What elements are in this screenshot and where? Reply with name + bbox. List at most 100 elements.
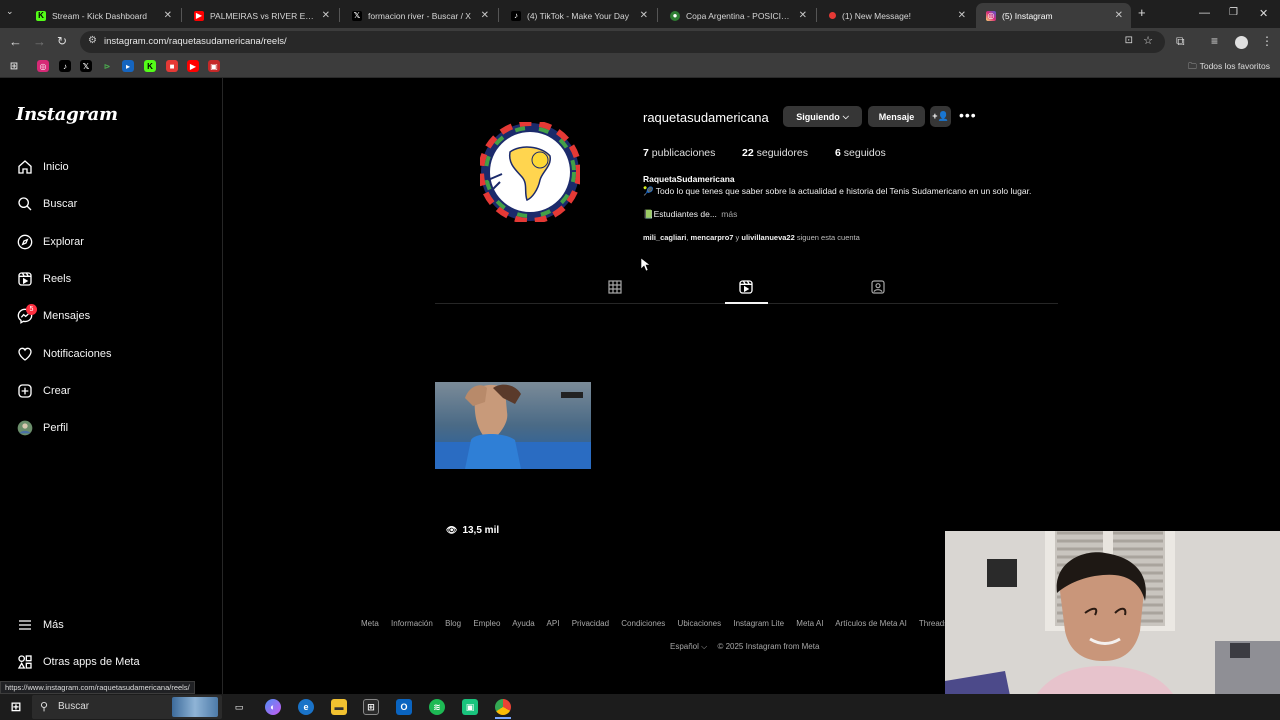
tab-search-icon[interactable]: ⌄	[6, 6, 14, 17]
nav-item-crear[interactable]: Crear	[16, 379, 71, 403]
copilot-icon[interactable]: ◐	[265, 699, 281, 715]
new-tab-button[interactable]: +	[1138, 5, 1146, 20]
bio-more-link[interactable]: más	[721, 209, 737, 219]
footer-links: Meta Información Blog Empleo Ayuda API P…	[361, 619, 979, 628]
nav-item-inicio[interactable]: Inicio	[16, 155, 69, 179]
instagram-logo[interactable]: Instagram	[16, 104, 118, 125]
install-app-icon[interactable]: ⊡	[1125, 35, 1133, 46]
more-options-icon[interactable]: •••	[959, 107, 977, 123]
footer-bottom: Español ⌵ © 2025 Instagram from Meta	[670, 642, 819, 652]
language-selector[interactable]: Español ⌵	[670, 642, 707, 651]
close-tab-icon[interactable]: ✕	[164, 10, 172, 21]
reel-preview-image	[435, 382, 591, 469]
close-tab-icon[interactable]: ✕	[1115, 10, 1123, 21]
footer-link[interactable]: Ayuda	[512, 619, 535, 628]
message-button[interactable]: Mensaje	[868, 106, 925, 127]
close-tab-icon[interactable]: ✕	[640, 10, 648, 21]
tab-reels[interactable]	[738, 279, 754, 295]
close-window-icon[interactable]: ✕	[1259, 7, 1268, 20]
chrome-icon[interactable]	[495, 699, 511, 715]
tiktok-bookmark-icon[interactable]: ♪	[59, 60, 71, 72]
footer-link[interactable]: Privacidad	[572, 619, 609, 628]
app-icon[interactable]: ▣	[462, 699, 478, 715]
close-tab-icon[interactable]: ✕	[481, 10, 489, 21]
nav-item-explorar[interactable]: Explorar	[16, 230, 84, 254]
reel-thumbnail[interactable]	[435, 382, 591, 469]
footer-link[interactable]: Empleo	[473, 619, 500, 628]
footer-link[interactable]: Información	[391, 619, 433, 628]
nav-item-mas[interactable]: Más	[16, 613, 64, 637]
forward-icon[interactable]: →	[33, 34, 46, 49]
nav-item-reels[interactable]: Reels	[16, 267, 71, 291]
followers-count[interactable]: 22 seguidores	[742, 147, 808, 159]
file-explorer-icon[interactable]: ▬	[331, 699, 347, 715]
all-bookmarks-button[interactable]: 🗀 Todos los favoritos	[1188, 61, 1270, 75]
browser-tab-x[interactable]: 𝕏 formacion river - Buscar / X ✕	[342, 3, 497, 28]
browser-tab-tiktok[interactable]: ♪ (4) TikTok - Make Your Day ✕	[501, 3, 656, 28]
close-tab-icon[interactable]: ✕	[799, 10, 807, 21]
bookmark-icon[interactable]: ▸	[122, 60, 134, 72]
x-bookmark-icon[interactable]: 𝕏	[80, 60, 92, 72]
followed-by-line[interactable]: mili_cagliari, mencarpro7 y ulivillanuev…	[643, 233, 860, 242]
following-button[interactable]: Siguiendo ⌵	[783, 106, 862, 127]
extensions-icon[interactable]: ⧉	[1176, 34, 1185, 49]
task-view-icon[interactable]: ▭	[231, 699, 247, 715]
apps-grid-icon[interactable]: ⊞	[8, 60, 20, 72]
bookmark-icon[interactable]: ▣	[208, 60, 220, 72]
followed-by-user: ulivillanueva22	[741, 233, 795, 242]
footer-link[interactable]: Condiciones	[621, 619, 665, 628]
footer-link[interactable]: Instagram Lite	[733, 619, 784, 628]
suggested-users-button[interactable]: +👤	[930, 106, 951, 127]
menu-kebab-icon[interactable]: ⋮	[1261, 34, 1273, 48]
spotify-icon[interactable]: ≋	[429, 699, 445, 715]
browser-tab-youtube[interactable]: ▶ PALMEIRAS vs RIVER EN VIVO ✕	[184, 3, 338, 28]
soccer-icon: ●	[670, 10, 680, 21]
footer-link[interactable]: Artículos de Meta AI	[835, 619, 907, 628]
media-control-icon[interactable]: ≡	[1211, 34, 1218, 48]
browser-tab-instagram[interactable]: ◎ (5) Instagram ✕	[976, 3, 1131, 28]
browser-tab-message[interactable]: (1) New Message! ✕	[819, 3, 974, 28]
nav-item-notificaciones[interactable]: Notificaciones	[16, 342, 111, 366]
microsoft-store-icon[interactable]: ⊞	[363, 699, 379, 715]
footer-link[interactable]: Ubicaciones	[678, 619, 722, 628]
browser-tab-copa[interactable]: ● Copa Argentina - POSICIONES ✕	[660, 3, 815, 28]
instagram-bookmark-icon[interactable]: ◎	[37, 60, 49, 72]
nav-item-perfil[interactable]: Perfil	[16, 416, 68, 440]
tab-divider	[816, 8, 817, 22]
bookmark-icon[interactable]: ■	[166, 60, 178, 72]
nav-item-mensajes[interactable]: 5 Mensajes	[16, 304, 90, 328]
kick-bookmark-icon[interactable]: K	[144, 60, 156, 72]
bookmark-star-icon[interactable]: ☆	[1143, 34, 1153, 47]
close-tab-icon[interactable]: ✕	[322, 10, 330, 21]
reload-icon[interactable]: ↻	[57, 34, 67, 48]
profile-avatar[interactable]	[478, 120, 582, 224]
footer-link[interactable]: Blog	[445, 619, 461, 628]
site-info-icon[interactable]: ⚙	[88, 35, 97, 46]
tab-tagged[interactable]	[870, 279, 886, 295]
profile-icon[interactable]	[1235, 36, 1248, 49]
meta-apps-icon	[16, 653, 34, 671]
restore-icon[interactable]: ❐	[1229, 7, 1238, 18]
minimize-icon[interactable]: —	[1199, 7, 1210, 19]
close-tab-icon[interactable]: ✕	[958, 10, 966, 21]
nav-item-buscar[interactable]: Buscar	[16, 192, 77, 216]
following-count[interactable]: 6 seguidos	[835, 147, 886, 159]
home-icon	[16, 158, 34, 176]
tab-posts-grid[interactable]	[607, 279, 623, 295]
back-icon[interactable]: ←	[9, 34, 22, 49]
profile-username: raquetasudamericana	[643, 110, 769, 125]
status-url-tooltip: https://www.instagram.com/raquetasudamer…	[0, 681, 195, 694]
address-bar[interactable]: ⚙ instagram.com/raquetasudamericana/reel…	[80, 31, 1165, 53]
windows-start-icon[interactable]: ⊞	[8, 699, 24, 715]
footer-link[interactable]: Threads	[919, 619, 948, 628]
taskbar-search[interactable]: ⚲ Buscar	[32, 695, 222, 719]
footer-link[interactable]: API	[547, 619, 560, 628]
browser-tab-kick[interactable]: K Stream - Kick Dashboard ✕	[26, 3, 180, 28]
youtube-bookmark-icon[interactable]: ▶	[187, 60, 199, 72]
outlook-icon[interactable]: O	[396, 699, 412, 715]
edge-icon[interactable]: e	[298, 699, 314, 715]
bookmark-icon[interactable]: ⊳	[101, 60, 113, 72]
nav-item-meta-apps[interactable]: Otras apps de Meta	[16, 650, 140, 674]
footer-link[interactable]: Meta AI	[796, 619, 823, 628]
footer-link[interactable]: Meta	[361, 619, 379, 628]
